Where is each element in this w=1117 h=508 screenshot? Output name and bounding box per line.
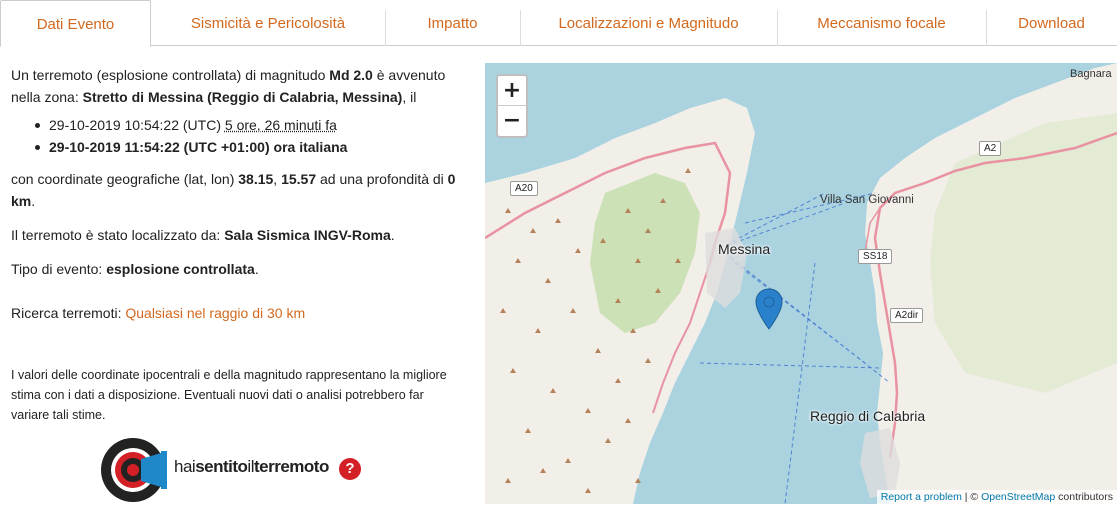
map-label-messina: Messina — [718, 241, 771, 257]
event-intro: Un terremoto (esplosione controllata) di… — [11, 67, 446, 105]
logo-question-icon: ? — [339, 458, 361, 480]
hai-sentito-il-terremoto-logo[interactable]: haisentitoilterremoto ? — [101, 437, 366, 503]
event-times: 29-10-2019 10:54:22 (UTC) 5 ore, 26 minu… — [35, 114, 461, 158]
tab-impatto[interactable]: Impatto — [385, 0, 520, 46]
zoom-in-button[interactable]: + — [498, 76, 526, 106]
time-local-item: 29-10-2019 11:54:22 (UTC +01:00) ora ita… — [35, 136, 461, 158]
report-problem-link[interactable]: Report a problem — [881, 491, 962, 503]
zone-value: Stretto di Messina (Reggio di Calabria, … — [82, 89, 403, 105]
map-label-bagnara: Bagnara — [1070, 68, 1112, 80]
map-tiles — [485, 63, 1117, 504]
openstreetmap-link[interactable]: OpenStreetMap — [981, 491, 1055, 503]
logo-target-icon — [101, 438, 167, 502]
tab-bar: Dati Evento Sismicità e Pericolosità Imp… — [0, 0, 1117, 47]
event-located-by: Il terremoto è stato localizzato da: Sal… — [11, 227, 395, 243]
road-shield-a2: A2 — [979, 141, 1002, 156]
event-type: Tipo di evento: esplosione controllata. — [11, 261, 259, 277]
map-label-reggio: Reggio di Calabria — [810, 408, 926, 424]
time-utc-item: 29-10-2019 10:54:22 (UTC) 5 ore, 26 minu… — [35, 114, 461, 136]
logo-text: haisentitoilterremoto — [174, 457, 329, 476]
tab-download[interactable]: Download — [986, 0, 1117, 46]
epicenter-marker-icon[interactable] — [755, 288, 783, 330]
road-shield-a20: A20 — [510, 181, 538, 196]
road-shield-ss18: SS18 — [858, 249, 893, 264]
search-radius-link[interactable]: Qualsiasi nel raggio di 30 km — [125, 305, 305, 321]
tab-localizzazioni-magnitudo[interactable]: Localizzazioni e Magnitudo — [520, 0, 777, 46]
map-attribution: Report a problem | © OpenStreetMap contr… — [876, 490, 1117, 504]
estimate-note: I valori delle coordinate ipocentrali e … — [11, 368, 447, 422]
map-label-villa-san-giovanni: Villa San Giovanni — [820, 194, 914, 206]
road-shield-a2dir: A2dir — [890, 308, 924, 323]
tab-meccanismo-focale[interactable]: Meccanismo focale — [777, 0, 986, 46]
tab-sismicita-pericolosita[interactable]: Sismicità e Pericolosità — [151, 0, 385, 46]
event-search: Ricerca terremoti: Qualsiasi nel raggio … — [11, 305, 306, 321]
event-map[interactable]: Messina Reggio di Calabria Villa San Gio… — [485, 63, 1117, 504]
event-coordinates: con coordinate geografiche (lat, lon) 38… — [11, 171, 456, 209]
time-ago: 5 ore, 26 minuti fa — [224, 117, 337, 133]
event-details: Un terremoto (esplosione controllata) di… — [11, 64, 461, 324]
magnitude-value: Md 2.0 — [329, 67, 373, 83]
tab-dati-evento[interactable]: Dati Evento — [0, 0, 151, 47]
map-zoom-control: + − — [496, 74, 528, 138]
zoom-out-button[interactable]: − — [498, 106, 526, 136]
